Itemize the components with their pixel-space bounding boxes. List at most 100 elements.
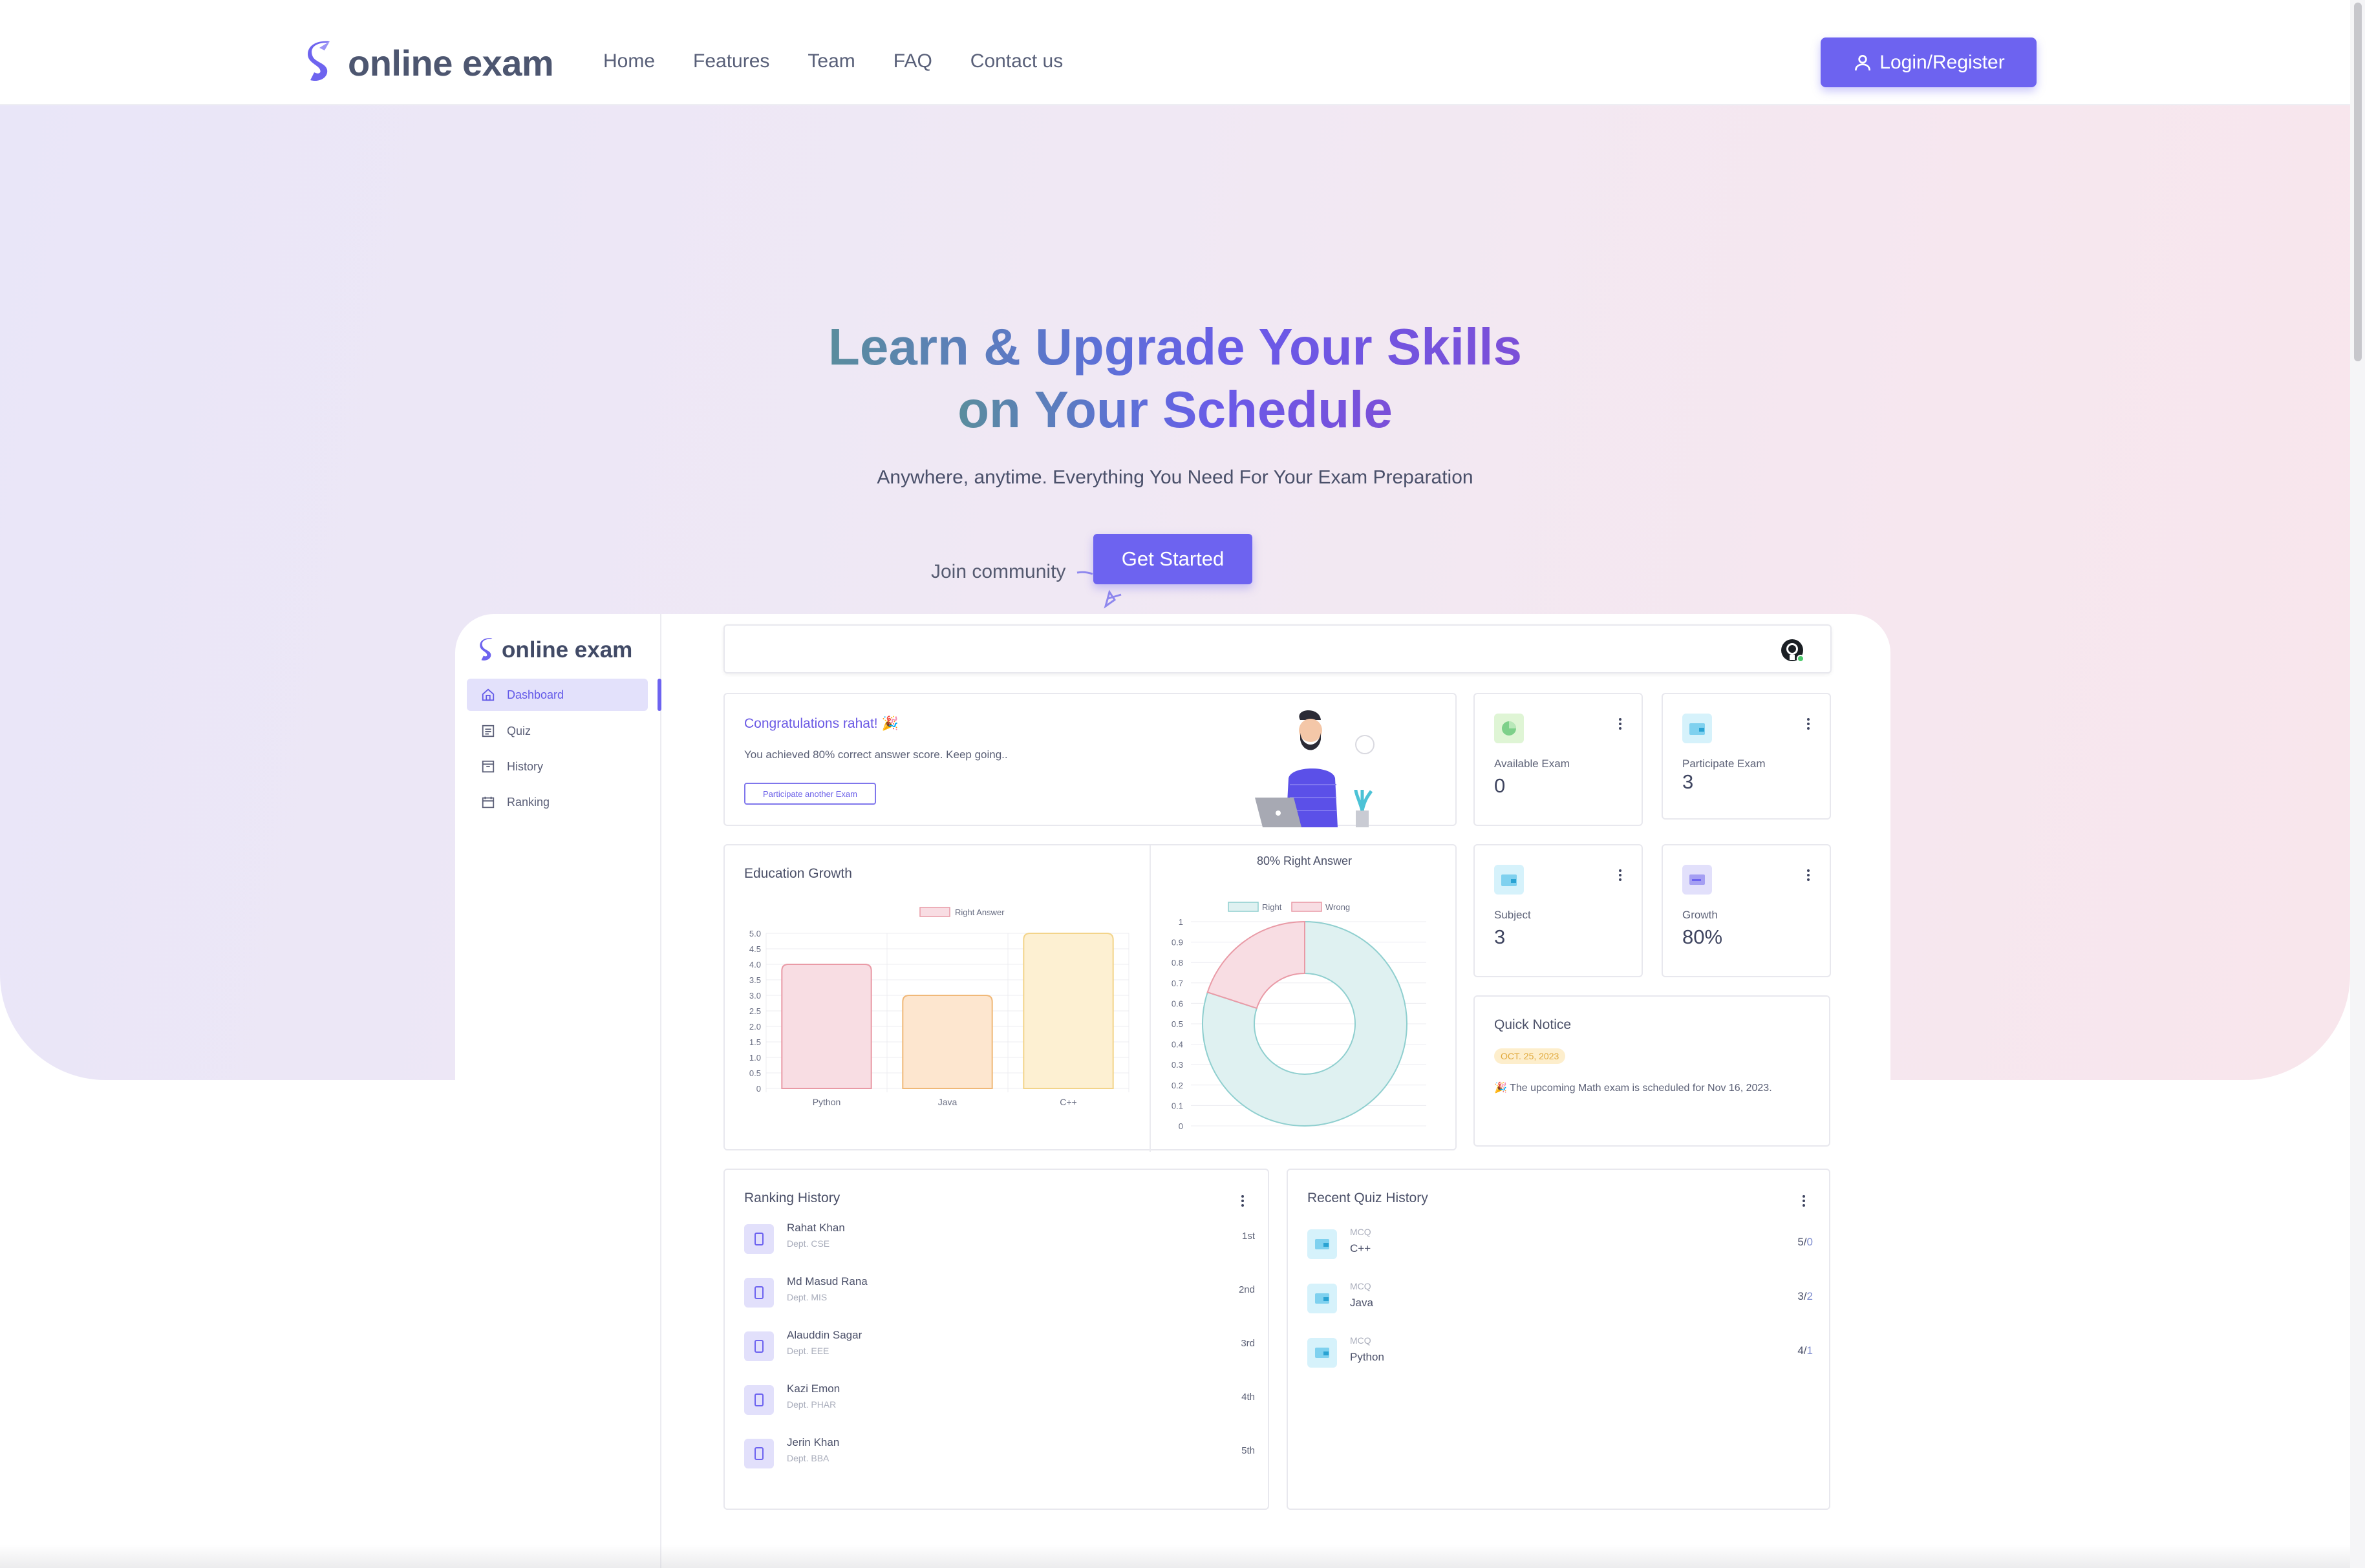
y-tick-label: 4.0: [749, 960, 761, 969]
ranking-row: Jerin Khan Dept. BBA 5th: [744, 1435, 1255, 1474]
stat-card-participate-exam: Participate Exam 3: [1662, 693, 1831, 820]
sidebar-item-history[interactable]: History: [467, 750, 648, 783]
chart-divider: [1150, 845, 1151, 1152]
login-register-button[interactable]: Login/Register: [1821, 37, 2037, 87]
sidebar-item-label: Quiz: [507, 724, 531, 737]
nav-link-contact[interactable]: Contact us: [970, 50, 1063, 72]
mobile-icon: [744, 1278, 774, 1308]
trophy-icon: [482, 796, 495, 809]
ranking-row: Md Masud Rana Dept. MIS 2nd: [744, 1274, 1255, 1313]
y-tick-label: 1: [1179, 917, 1183, 927]
more-options-icon[interactable]: [1241, 1194, 1245, 1207]
more-options-icon[interactable]: [1618, 869, 1622, 882]
more-options-icon[interactable]: [1806, 869, 1810, 882]
y-tick-label: 3.0: [749, 991, 761, 1001]
user-icon: [1855, 54, 1871, 70]
ranking-name: Kazi Emon: [787, 1383, 840, 1395]
sidebar-item-ranking[interactable]: Ranking: [467, 786, 648, 818]
list-icon: [482, 725, 495, 737]
nav-link-team[interactable]: Team: [808, 50, 855, 72]
brand-name: online exam: [348, 42, 554, 83]
y-tick-label: 0.8: [1172, 958, 1183, 968]
archive-icon: [482, 760, 495, 773]
nav-link-home[interactable]: Home: [603, 50, 655, 72]
quiz-score: 3/2: [1797, 1290, 1813, 1303]
stat-label: Available Exam: [1494, 758, 1570, 770]
y-tick-label: 0.2: [1172, 1081, 1183, 1090]
ranking-dept: Dept. CSE: [787, 1238, 830, 1249]
stat-label: Participate Exam: [1682, 758, 1766, 770]
sidebar-item-quiz[interactable]: Quiz: [467, 715, 648, 747]
more-options-icon[interactable]: [1802, 1194, 1806, 1207]
y-tick-label: 0.9: [1172, 938, 1183, 948]
stat-value: 0: [1494, 774, 1506, 797]
legend-swatch: [1291, 902, 1322, 912]
card-icon: [1682, 865, 1712, 895]
sidebar-brand[interactable]: online exam: [478, 637, 632, 663]
y-tick-label: 0.3: [1172, 1060, 1183, 1070]
quiz-type: MCQ: [1350, 1227, 1371, 1237]
ranking-dept: Dept. PHAR: [787, 1399, 837, 1410]
quiz-score-total: 0: [1806, 1236, 1813, 1248]
folder-icon: [1307, 1338, 1337, 1368]
bottom-shadow: [0, 1545, 2350, 1568]
bar-python: [781, 964, 872, 1089]
participate-exam-button[interactable]: Participate another Exam: [744, 783, 876, 805]
stat-value: 80%: [1682, 926, 1723, 948]
quiz-score-total: 2: [1806, 1290, 1813, 1302]
y-tick-label: 0.4: [1172, 1040, 1183, 1050]
y-tick-label: 5.0: [749, 929, 761, 938]
brand[interactable]: online exam: [305, 40, 554, 85]
folder-icon: [1682, 714, 1712, 743]
folder-icon: [1494, 865, 1524, 895]
stat-label: Subject: [1494, 909, 1531, 921]
more-options-icon[interactable]: [1618, 717, 1622, 730]
ranking-dept: Dept. MIS: [787, 1292, 828, 1302]
scrollbar-thumb[interactable]: [2354, 3, 2362, 361]
ranking-position: 4th: [1241, 1392, 1255, 1403]
legend-swatch: [919, 907, 950, 917]
stat-card-available-exam: Available Exam 0: [1473, 693, 1643, 826]
quiz-score-right: 5/: [1797, 1236, 1807, 1248]
hero-title-line2: on Your Schedule: [958, 381, 1393, 438]
legend-label: Right Answer: [955, 907, 1005, 917]
y-tick-label: 0.7: [1172, 979, 1183, 988]
ranking-dept: Dept. EEE: [787, 1346, 829, 1356]
ranking-history-card: Ranking History Rahat Khan Dept. CSE 1st…: [723, 1169, 1269, 1510]
sidebar-item-label: History: [507, 759, 544, 773]
quiz-name: C++: [1350, 1242, 1371, 1255]
y-tick-label: 1.0: [749, 1053, 761, 1063]
legend-label: Wrong: [1325, 902, 1350, 912]
top-navbar: online exam Home Features Team FAQ Conta…: [0, 0, 2350, 105]
github-icon[interactable]: [1780, 638, 1804, 662]
nav-link-faq[interactable]: FAQ: [894, 50, 932, 72]
quiz-score-right: 4/: [1797, 1344, 1807, 1357]
mobile-icon: [744, 1439, 774, 1468]
active-indicator: [658, 679, 661, 711]
y-tick-label: 0: [1179, 1121, 1183, 1131]
sidebar-item-dashboard[interactable]: Dashboard: [467, 679, 648, 711]
logo-icon: [480, 638, 493, 661]
home-icon: [482, 688, 495, 701]
ranking-name: Alauddin Sagar: [787, 1329, 862, 1341]
get-started-button[interactable]: Get Started: [1093, 534, 1252, 584]
congrats-text: You achieved 80% correct answer score. K…: [744, 748, 1008, 761]
folder-icon: [1307, 1229, 1337, 1259]
ranking-position: 5th: [1241, 1445, 1255, 1456]
more-options-icon[interactable]: [1806, 717, 1810, 730]
x-tick-label: Python: [813, 1097, 841, 1107]
ranking-name: Jerin Khan: [787, 1436, 840, 1448]
folder-icon: [1307, 1284, 1337, 1313]
bar-java: [902, 995, 993, 1089]
stat-card-growth: Growth 80%: [1662, 844, 1831, 977]
quick-notice-card: Quick Notice OCT. 25, 2023 🎉 The upcomin…: [1473, 995, 1830, 1147]
ranking-position: 1st: [1241, 1231, 1255, 1242]
y-tick-label: 0.5: [749, 1068, 761, 1078]
nav-link-features[interactable]: Features: [693, 50, 769, 72]
ranking-name: Md Masud Rana: [787, 1275, 868, 1287]
quiz-score: 4/1: [1797, 1344, 1813, 1357]
mobile-icon: [744, 1385, 774, 1415]
login-register-label: Login/Register: [1879, 51, 2005, 73]
nav-links: Home Features Team FAQ Contact us: [603, 50, 1101, 72]
stat-value: 3: [1494, 926, 1506, 948]
